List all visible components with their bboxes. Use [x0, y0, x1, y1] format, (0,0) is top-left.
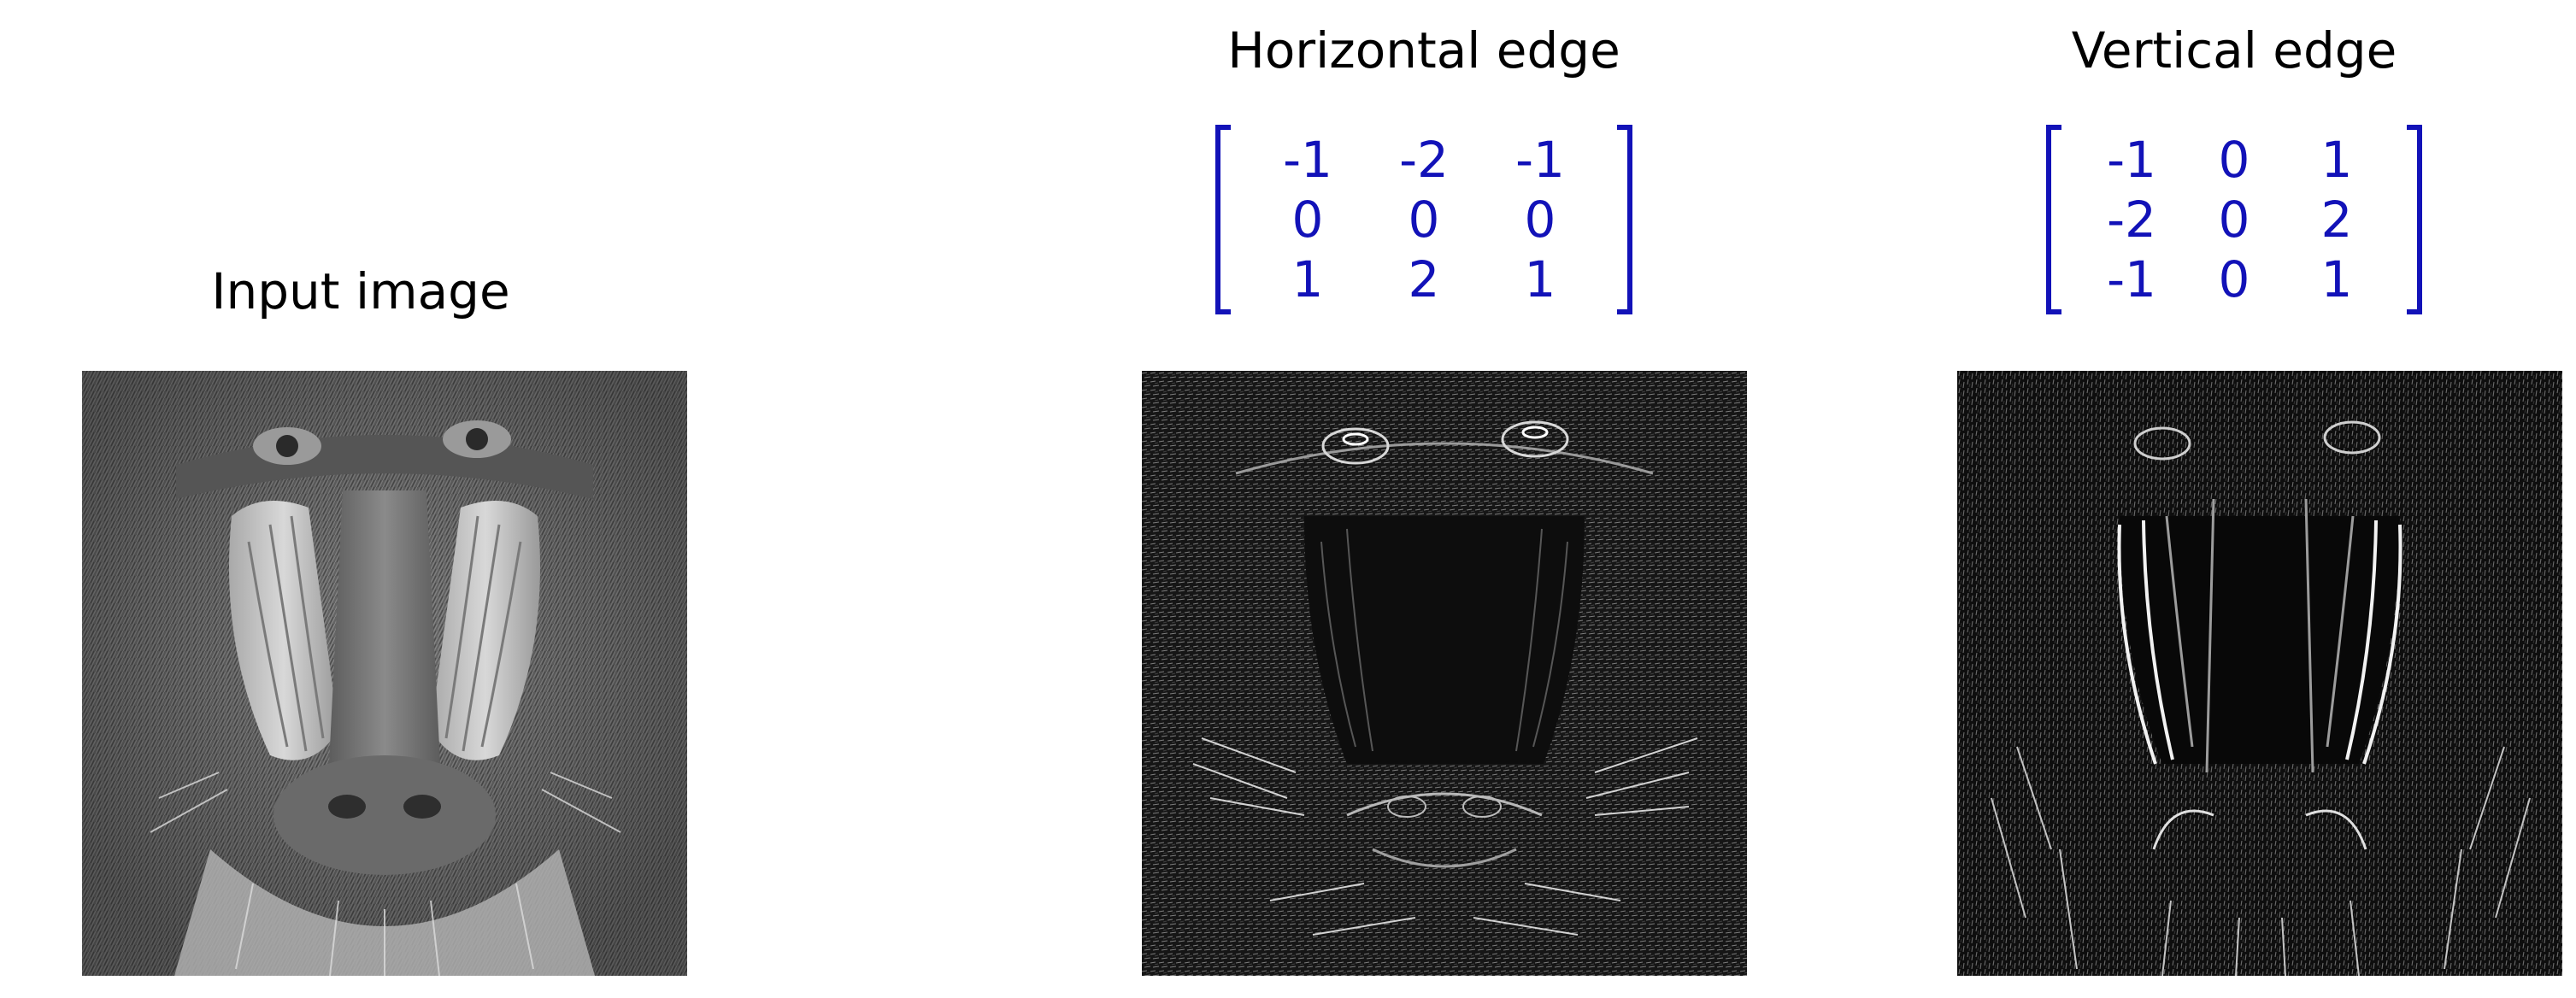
kernel-right-bracket [1617, 125, 1632, 314]
kernel-cell: -1 [1515, 131, 1565, 189]
kernel-cell: 0 [2218, 131, 2250, 189]
horizontal-edge-title: Horizontal edge [1227, 21, 1620, 79]
kernel-cell: 1 [2320, 250, 2353, 308]
kernel-cell: -2 [2107, 191, 2156, 249]
kernel-cell: 0 [1524, 191, 1556, 249]
horizontal-edge-kernel: -1 -2 -1 0 0 0 1 2 1 [1215, 125, 1632, 314]
vertical-edge-title: Vertical edge [2071, 21, 2397, 79]
kernel-right-bracket [2407, 125, 2422, 314]
kernel-cell: -1 [2107, 131, 2156, 189]
kernel-cell: 1 [2320, 131, 2353, 189]
kernel-cell: -1 [1283, 131, 1332, 189]
kernel-cell: -2 [1399, 131, 1449, 189]
kernel-left-bracket [2046, 125, 2061, 314]
kernel-cell: 0 [1291, 191, 1324, 249]
input-image [82, 371, 687, 976]
kernel-left-bracket [1215, 125, 1231, 314]
kernel-cell: 2 [1408, 250, 1440, 308]
kernel-cell: 1 [1291, 250, 1324, 308]
kernel-cell: 0 [1408, 191, 1440, 249]
kernel-cell: 1 [1524, 250, 1556, 308]
vertical-edge-image [1957, 371, 2562, 976]
input-image-title: Input image [211, 262, 510, 320]
kernel-cell: 0 [2218, 191, 2250, 249]
kernel-cell: -1 [2107, 250, 2156, 308]
horizontal-edge-image [1142, 371, 1747, 976]
kernel-cell: 0 [2218, 250, 2250, 308]
vertical-edge-kernel: -1 0 1 -2 0 2 -1 0 1 [2046, 125, 2422, 314]
kernel-cell: 2 [2320, 191, 2353, 249]
